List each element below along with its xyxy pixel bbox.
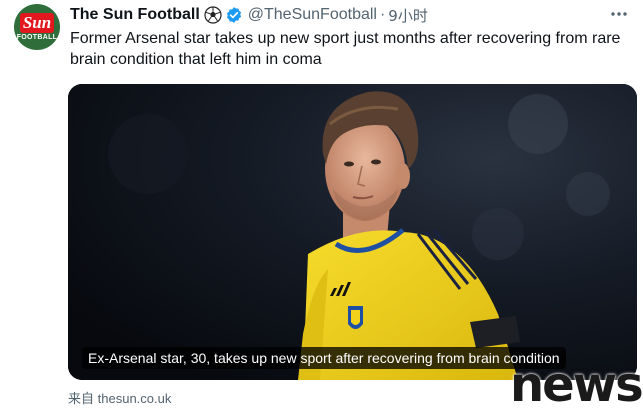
tweet-card[interactable]: Sun FOOTBALL The Sun Football @TheSunFoo… [0,0,643,414]
verified-badge-icon[interactable] [225,6,243,24]
soccer-ball-icon [204,6,222,24]
timestamp[interactable]: 9小时 [388,5,428,26]
avatar-sub-text: FOOTBALL [16,34,58,41]
separator-dot: · [379,6,386,23]
tweet-text: Former Arsenal star takes up new sport j… [70,30,621,68]
link-from-label: 来自 [68,392,95,407]
media-card[interactable]: Ex-Arsenal star, 30, takes up new sport … [68,84,637,380]
link-domain[interactable]: thesun.co.uk [98,391,172,406]
avatar[interactable]: Sun FOOTBALL [14,4,60,50]
link-source[interactable]: 来自 thesun.co.uk [68,388,171,407]
handle[interactable]: @TheSunFootball [248,6,377,24]
media-caption: Ex-Arsenal star, 30, takes up new sport … [82,347,566,369]
display-name[interactable]: The Sun Football [70,6,200,24]
more-options-icon[interactable] [609,6,629,22]
tweet-header: The Sun Football @TheSunFootball · 9小时 [70,4,428,26]
watermark-news: news [510,357,643,413]
player-photo [68,84,637,380]
avatar-brand-text: Sun [22,13,52,32]
